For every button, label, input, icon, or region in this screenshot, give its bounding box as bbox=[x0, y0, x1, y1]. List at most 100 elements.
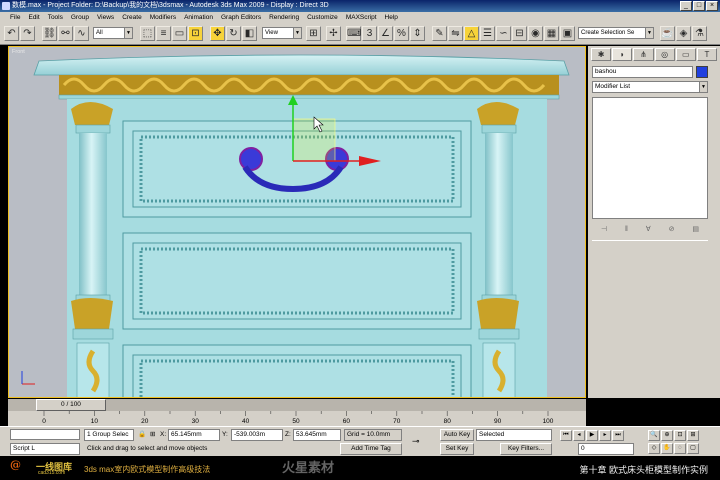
pan-icon[interactable]: ✋ bbox=[661, 443, 673, 454]
snaps-toggle-icon[interactable]: 3 bbox=[362, 26, 377, 41]
display-tab-icon[interactable]: ▭ bbox=[675, 48, 696, 61]
command-panel-tabs: ✱ ◗ ⋔ ◎ ▭ T bbox=[591, 48, 718, 62]
selection-filter-dropdown[interactable]: All ▼ bbox=[93, 27, 133, 39]
track-bar[interactable]: 0 10 20 30 40 50 60 70 80 90 100 bbox=[8, 411, 586, 426]
front-viewport[interactable]: Front bbox=[8, 46, 586, 398]
utilities-tab-icon[interactable]: T bbox=[696, 48, 718, 61]
percent-snap-icon[interactable]: % bbox=[394, 26, 409, 41]
select-and-move-icon[interactable]: ✥ bbox=[210, 26, 225, 41]
add-time-tag-button[interactable]: Add Time Tag bbox=[340, 443, 402, 455]
teapot-render-icon[interactable]: ⚗ bbox=[692, 26, 707, 41]
play-icon[interactable]: ▶ bbox=[586, 430, 598, 441]
lock-selection-icon[interactable]: 🔒 bbox=[138, 429, 146, 441]
menu-item-customize[interactable]: Customize bbox=[303, 12, 342, 23]
y-coord-field[interactable]: -539.003m bbox=[231, 429, 283, 441]
modifier-list-dropdown[interactable]: Modifier List ▼ bbox=[592, 81, 708, 93]
orbit-icon[interactable]: ◌ bbox=[674, 443, 686, 454]
select-and-scale-icon[interactable]: ◧ bbox=[242, 26, 257, 41]
undo-icon[interactable]: ↶ bbox=[4, 26, 19, 41]
modify-tab-icon[interactable]: ◗ bbox=[612, 48, 633, 61]
hierarchy-tab-icon[interactable]: ⋔ bbox=[633, 48, 654, 61]
maximize-button[interactable]: □ bbox=[693, 1, 705, 11]
menu-item-graph-editors[interactable]: Graph Editors bbox=[217, 12, 265, 23]
schematic-view-icon[interactable]: ⊟ bbox=[512, 26, 527, 41]
minimize-button[interactable]: _ bbox=[680, 1, 692, 11]
menu-item-group[interactable]: Group bbox=[67, 12, 93, 23]
render-frame-icon[interactable]: ▣ bbox=[560, 26, 575, 41]
maximize-viewport-icon[interactable]: ▢ bbox=[687, 443, 699, 454]
zoom-all-icon[interactable]: ⊕ bbox=[661, 430, 673, 441]
reference-coord-dropdown[interactable]: View ▼ bbox=[262, 27, 302, 39]
angle-snap-icon[interactable]: ∠ bbox=[378, 26, 393, 41]
edit-named-selections-icon[interactable]: ✎ bbox=[432, 26, 447, 41]
auto-key-button[interactable]: Auto Key bbox=[440, 429, 474, 441]
previous-frame-icon[interactable]: ◂ bbox=[573, 430, 585, 441]
manipulate-icon[interactable]: ✢ bbox=[326, 26, 341, 41]
menu-item-tools[interactable]: Tools bbox=[44, 12, 67, 23]
render-production-icon[interactable]: ◈ bbox=[676, 26, 691, 41]
window-crossing-icon[interactable]: ⊡ bbox=[188, 26, 203, 41]
time-slider[interactable]: 0 / 100 bbox=[8, 399, 586, 411]
maxscript-mini-field[interactable]: Script L bbox=[10, 443, 80, 455]
x-coord-field[interactable]: 65.145mm bbox=[168, 429, 220, 441]
menu-item-edit[interactable]: Edit bbox=[24, 12, 43, 23]
key-mode-dropdown[interactable]: Selected bbox=[476, 429, 552, 441]
absolute-mode-icon[interactable]: ⊞ bbox=[150, 429, 155, 441]
next-frame-icon[interactable]: ▸ bbox=[599, 430, 611, 441]
create-tab-icon[interactable]: ✱ bbox=[591, 48, 612, 61]
layer-manager-icon[interactable]: ☰ bbox=[480, 26, 495, 41]
object-name-field[interactable]: bashou bbox=[592, 66, 693, 78]
set-key-filter-key-icon[interactable]: ⊸ bbox=[412, 435, 420, 447]
menu-item-maxscript[interactable]: MAXScript bbox=[342, 12, 381, 23]
redo-icon[interactable]: ↷ bbox=[20, 26, 35, 41]
object-color-swatch[interactable] bbox=[696, 66, 708, 78]
viewport-label[interactable]: Front bbox=[12, 49, 25, 55]
key-filters-button[interactable]: Key Filters... bbox=[500, 443, 552, 455]
zoom-extents-icon[interactable]: ⊡ bbox=[674, 430, 686, 441]
pivot-center-icon[interactable]: ⊞ bbox=[306, 26, 321, 41]
keyboard-shortcut-icon[interactable]: ⌨ bbox=[346, 26, 361, 41]
select-and-rotate-icon[interactable]: ↻ bbox=[226, 26, 241, 41]
menu-item-modifiers[interactable]: Modifiers bbox=[146, 12, 180, 23]
set-key-button[interactable]: Set Key bbox=[440, 443, 474, 455]
make-unique-icon[interactable]: ∀ bbox=[646, 225, 651, 233]
align-icon[interactable]: △ bbox=[464, 26, 479, 41]
track-tick-label: 60 bbox=[343, 418, 351, 425]
select-by-name-icon[interactable]: ≡ bbox=[156, 26, 171, 41]
unlink-icon[interactable]: ⚯ bbox=[58, 26, 73, 41]
z-coord-field[interactable]: 53.645mm bbox=[293, 429, 341, 441]
spinner-snap-icon[interactable]: ⇕ bbox=[410, 26, 425, 41]
field-of-view-icon[interactable]: ◇ bbox=[648, 443, 660, 454]
select-and-link-icon[interactable]: ⛓ bbox=[42, 26, 57, 41]
modifier-stack[interactable] bbox=[592, 97, 708, 219]
mirror-icon[interactable]: ⇋ bbox=[448, 26, 463, 41]
menu-item-animation[interactable]: Animation bbox=[180, 12, 217, 23]
quick-render-icon[interactable]: ☕ bbox=[660, 26, 675, 41]
selection-info: 1 Group Selec bbox=[84, 429, 134, 441]
menu-item-rendering[interactable]: Rendering bbox=[265, 12, 303, 23]
remove-modifier-icon[interactable]: ⊘ bbox=[669, 225, 675, 233]
close-button[interactable]: × bbox=[706, 1, 718, 11]
curve-editor-icon[interactable]: ∽ bbox=[496, 26, 511, 41]
go-to-start-icon[interactable]: ⏮ bbox=[560, 430, 572, 441]
configure-modifier-sets-icon[interactable]: ▤ bbox=[692, 225, 699, 233]
menu-item-file[interactable]: File bbox=[6, 12, 24, 23]
go-to-end-icon[interactable]: ⏭ bbox=[612, 430, 624, 441]
maxscript-listener-mini[interactable] bbox=[10, 429, 80, 440]
select-object-icon[interactable]: ⬚ bbox=[140, 26, 155, 41]
material-editor-icon[interactable]: ◉ bbox=[528, 26, 543, 41]
show-end-result-icon[interactable]: ‖ bbox=[625, 226, 628, 233]
menu-item-create[interactable]: Create bbox=[118, 12, 146, 23]
render-setup-icon[interactable]: ▦ bbox=[544, 26, 559, 41]
named-selection-sets-dropdown[interactable]: Create Selection Se ▼ bbox=[578, 27, 654, 39]
zoom-extents-all-icon[interactable]: ⊞ bbox=[687, 430, 699, 441]
time-slider-thumb[interactable]: 0 / 100 bbox=[36, 399, 106, 411]
current-frame-field[interactable]: 0 bbox=[578, 443, 634, 455]
motion-tab-icon[interactable]: ◎ bbox=[654, 48, 675, 61]
rect-selection-icon[interactable]: ▭ bbox=[172, 26, 187, 41]
menu-item-help[interactable]: Help bbox=[381, 12, 402, 23]
menu-item-views[interactable]: Views bbox=[93, 12, 118, 23]
pin-stack-icon[interactable]: ⊣ bbox=[601, 225, 607, 233]
bind-space-warp-icon[interactable]: ∿ bbox=[74, 26, 89, 41]
zoom-icon[interactable]: 🔍 bbox=[648, 430, 660, 441]
